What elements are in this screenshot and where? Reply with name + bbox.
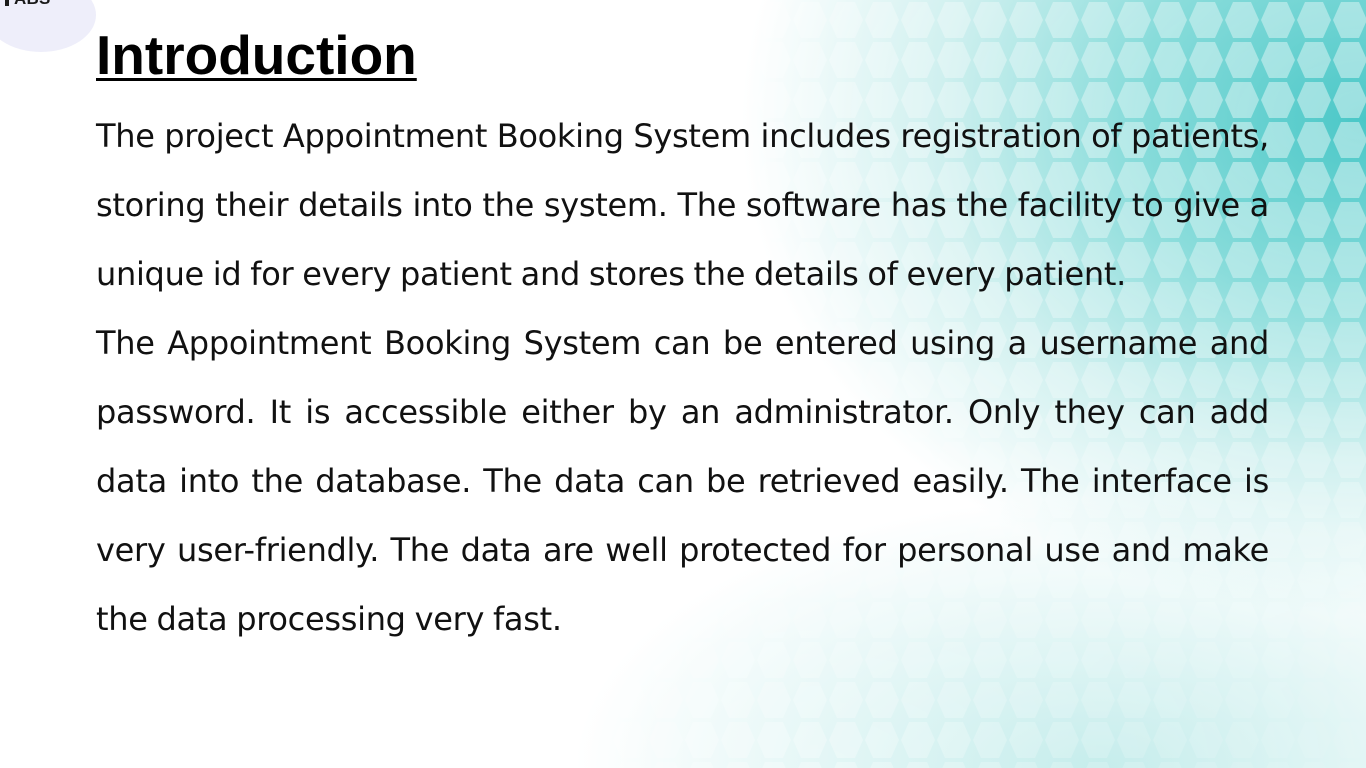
intro-paragraph-2: The Appointment Booking System can be en… bbox=[96, 324, 1269, 638]
slide: ABS Introduction The project Appointment… bbox=[0, 0, 1366, 768]
logo: ABS bbox=[0, 0, 96, 52]
logo-text: ABS bbox=[14, 0, 51, 9]
storefront-icon bbox=[0, 0, 12, 12]
slide-body: The project Appointment Booking System i… bbox=[96, 102, 1269, 654]
intro-paragraph-1: The project Appointment Booking System i… bbox=[96, 117, 1269, 293]
slide-title: Introduction bbox=[96, 24, 417, 86]
